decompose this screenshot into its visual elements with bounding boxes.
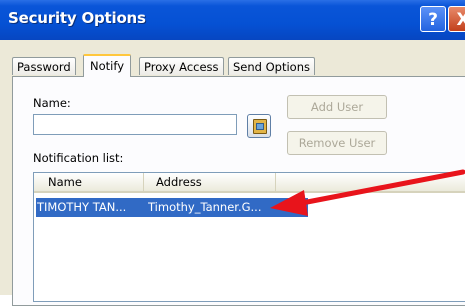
column-header-empty: [276, 173, 465, 191]
name-input[interactable]: [33, 114, 237, 135]
row-name: TIMOTHY TAN...: [37, 200, 127, 214]
address-book-button[interactable]: [247, 114, 271, 138]
remove-user-button[interactable]: Remove User: [287, 131, 387, 155]
tab-password[interactable]: Password: [12, 57, 76, 75]
notification-list-label: Notification list:: [33, 151, 124, 165]
address-book-icon: [253, 119, 267, 134]
list-header: Name Address: [34, 173, 465, 193]
name-label: Name:: [33, 96, 71, 110]
tab-send-options[interactable]: Send Options: [228, 57, 315, 75]
column-header-address[interactable]: Address: [144, 173, 276, 191]
list-item[interactable]: TIMOTHY TAN... Timothy_Tanner.G...: [36, 198, 308, 217]
tab-proxy-access[interactable]: Proxy Access: [139, 57, 224, 75]
notification-list[interactable]: Name Address TIMOTHY TAN... Timothy_Tann…: [33, 172, 465, 302]
column-header-name[interactable]: Name: [34, 173, 144, 191]
help-button[interactable]: ?: [420, 6, 446, 32]
add-user-button[interactable]: Add User: [287, 95, 387, 119]
title-bar: Security Options ? X: [0, 0, 465, 40]
close-button[interactable]: X: [448, 6, 465, 32]
tab-notify[interactable]: Notify: [83, 54, 131, 77]
window-title: Security Options: [8, 9, 146, 27]
row-address: Timothy_Tanner.G...: [148, 200, 262, 214]
